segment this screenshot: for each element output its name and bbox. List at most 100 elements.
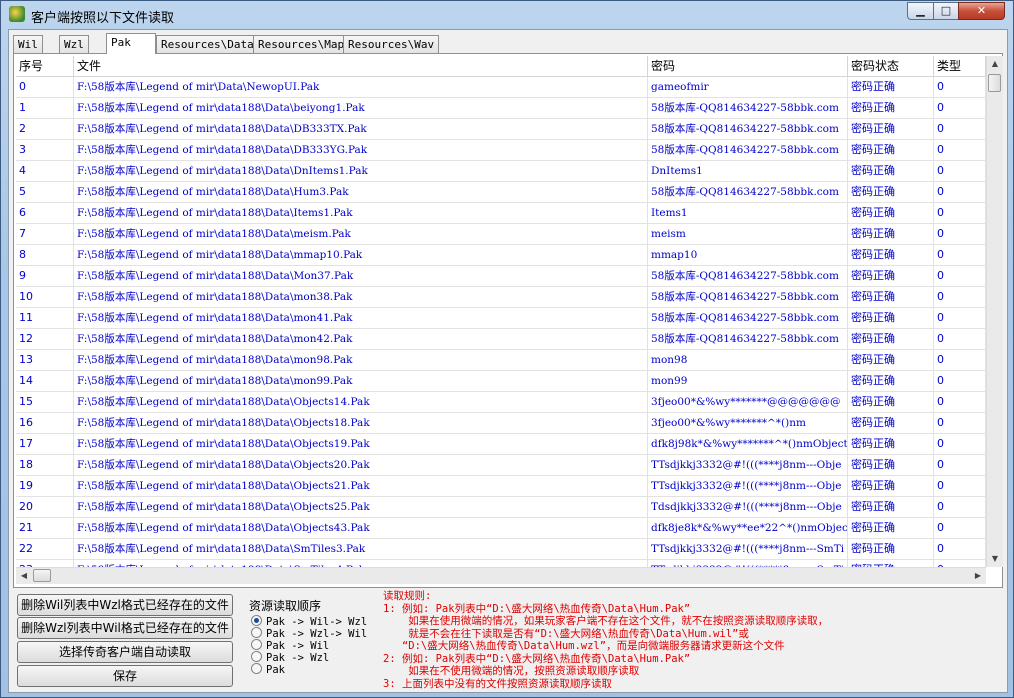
vertical-scroll-thumb[interactable] <box>988 74 1001 92</box>
table-row[interactable]: 19 F:\58版本库\Legend of mir\data188\Data\Ob… <box>16 476 986 497</box>
radio-order-0[interactable]: Pak -> Wil-> Wzl <box>251 615 367 628</box>
table-row[interactable]: 14 F:\58版本库\Legend of mir\data188\Data\mo… <box>16 371 986 392</box>
row-index-cell: 12 <box>16 329 74 350</box>
table-row[interactable]: 1 F:\58版本库\Legend of mir\data188\Data\bei… <box>16 98 986 119</box>
tab-wil[interactable]: Wil <box>13 35 43 53</box>
vertical-scrollbar[interactable]: ▲ ▼ <box>986 56 1003 567</box>
scroll-up-icon[interactable]: ▲ <box>987 56 1003 72</box>
read-order-title: 资源读取顺序 <box>249 599 322 613</box>
title-bar[interactable]: 客户端按照以下文件读取 ▁ □ ✕ <box>1 1 1013 29</box>
password-status-cell: 密码正确 <box>848 392 934 413</box>
row-index-cell: 1 <box>16 98 74 119</box>
file-path-cell: F:\58版本库\Legend of mir\data188\Data\Obje… <box>74 455 648 476</box>
radio-order-2[interactable]: Pak -> Wil <box>251 639 329 652</box>
password-cell: meism <box>648 224 848 245</box>
table-row[interactable]: 23F:\58版本库\Legend of mir\data188\Data\Sm… <box>16 560 986 567</box>
table-row[interactable]: 0 F:\58版本库\Legend of mir\Data\NewopUI.Pak… <box>16 77 986 98</box>
radio-icon <box>251 627 262 638</box>
rule-line: 3: 上面列表中没有的文件按照资源读取顺序读取 <box>383 677 612 690</box>
column-header-file[interactable]: 文件 <box>74 56 648 77</box>
password-status-cell: 密码正确 <box>848 518 934 539</box>
table-row[interactable]: 9 F:\58版本库\Legend of mir\data188\Data\Mon… <box>16 266 986 287</box>
password-cell: TTsdjkkj3332@#!(((****j8nm---Obje <box>648 476 848 497</box>
client-area: Wil Wzl Pak Resources\Data Resources\Map… <box>8 29 1008 693</box>
delete-wil-duplicates-button[interactable]: 删除Wil列表中Wzl格式已经存在的文件 <box>17 594 233 616</box>
table-row[interactable]: 18 F:\58版本库\Legend of mir\data188\Data\Ob… <box>16 455 986 476</box>
password-status-cell: 密码正确 <box>848 539 934 560</box>
radio-order-3[interactable]: Pak -> Wzl <box>251 651 329 664</box>
password-status-cell: 密码正确 <box>848 434 934 455</box>
row-index-cell: 19 <box>16 476 74 497</box>
horizontal-scrollbar[interactable]: ◀ ▶ <box>16 567 986 584</box>
password-cell: Items1 <box>648 203 848 224</box>
password-status-cell: 密码正确 <box>848 77 934 98</box>
password-cell: 3fjeo00*&%wy*******^*()nm <box>648 413 848 434</box>
close-button[interactable]: ✕ <box>958 2 1005 20</box>
save-button[interactable]: 保存 <box>17 665 233 687</box>
table-row[interactable]: 16 F:\58版本库\Legend of mir\data188\Data\Ob… <box>16 413 986 434</box>
table-row[interactable]: 7 F:\58版本库\Legend of mir\data188\Data\mei… <box>16 224 986 245</box>
radio-icon <box>251 663 262 674</box>
column-header-index[interactable]: 序号 <box>16 56 74 77</box>
type-cell: 0 <box>934 455 986 476</box>
table-row[interactable]: 17 F:\58版本库\Legend of mir\data188\Data\Ob… <box>16 434 986 455</box>
file-path-cell: F:\58版本库\Legend of mir\data188\Data\Hum3… <box>74 182 648 203</box>
password-status-cell: 密码正确 <box>848 476 934 497</box>
scroll-left-icon[interactable]: ◀ <box>16 568 32 584</box>
scroll-right-icon[interactable]: ▶ <box>970 568 986 584</box>
password-status-cell: 密码正确 <box>848 560 934 567</box>
file-path-cell: F:\58版本库\Legend of mir\data188\Data\SmTi… <box>74 560 648 567</box>
table-row[interactable]: 11 F:\58版本库\Legend of mir\data188\Data\mo… <box>16 308 986 329</box>
radio-icon <box>251 651 262 662</box>
row-index-cell: 7 <box>16 224 74 245</box>
type-cell: 0 <box>934 161 986 182</box>
tab-pak[interactable]: Pak <box>106 33 156 54</box>
table-row[interactable]: 4 F:\58版本库\Legend of mir\data188\Data\DnI… <box>16 161 986 182</box>
table-row[interactable]: 10 F:\58版本库\Legend of mir\data188\Data\mo… <box>16 287 986 308</box>
table-row[interactable]: 8 F:\58版本库\Legend of mir\data188\Data\mma… <box>16 245 986 266</box>
password-cell: dfk8j98k*&%wy*******^*()nmObjects <box>648 434 848 455</box>
delete-wzl-duplicates-button[interactable]: 删除Wzl列表中Wil格式已经存在的文件 <box>17 617 233 639</box>
scroll-down-icon[interactable]: ▼ <box>987 551 1003 567</box>
table-row[interactable]: 3 F:\58版本库\Legend of mir\data188\Data\DB3… <box>16 140 986 161</box>
column-header-password[interactable]: 密码 <box>648 56 848 77</box>
read-rules-text: 读取规则: 1: 例如: Pak列表中“D:\盛大网络\热血传奇\Data\Hum… <box>383 590 993 690</box>
type-cell: 0 <box>934 203 986 224</box>
type-cell: 0 <box>934 371 986 392</box>
table-row[interactable]: 6 F:\58版本库\Legend of mir\data188\Data\Ite… <box>16 203 986 224</box>
type-cell: 0 <box>934 287 986 308</box>
table-row[interactable]: 12 F:\58版本库\Legend of mir\data188\Data\mo… <box>16 329 986 350</box>
column-header-password-status[interactable]: 密码状态 <box>848 56 934 77</box>
tab-wzl[interactable]: Wzl <box>59 35 89 53</box>
row-index-cell: 8 <box>16 245 74 266</box>
file-path-cell: F:\58版本库\Legend of mir\data188\Data\mon3… <box>74 287 648 308</box>
table-row[interactable]: 22 F:\58版本库\Legend of mir\data188\Data\Sm… <box>16 539 986 560</box>
type-cell: 0 <box>934 77 986 98</box>
minimize-button[interactable]: ▁ <box>907 2 934 20</box>
password-status-cell: 密码正确 <box>848 497 934 518</box>
password-status-cell: 密码正确 <box>848 182 934 203</box>
radio-order-4[interactable]: Pak <box>251 663 285 676</box>
password-status-cell: 密码正确 <box>848 350 934 371</box>
horizontal-scroll-thumb[interactable] <box>33 569 51 582</box>
select-client-button[interactable]: 选择传奇客户端自动读取 <box>17 641 233 663</box>
column-header-type[interactable]: 类型 <box>934 56 986 77</box>
table-row[interactable]: 2 F:\58版本库\Legend of mir\data188\Data\DB3… <box>16 119 986 140</box>
table-row[interactable]: 13 F:\58版本库\Legend of mir\data188\Data\mo… <box>16 350 986 371</box>
tab-resources-wav[interactable]: Resources\Wav <box>343 35 440 53</box>
password-cell: 58版本库-QQ814634227-58bbk.com <box>648 266 848 287</box>
maximize-button[interactable]: □ <box>933 2 959 20</box>
table-row[interactable]: 15 F:\58版本库\Legend of mir\data188\Data\Ob… <box>16 392 986 413</box>
file-path-cell: F:\58版本库\Legend of mir\data188\Data\Obje… <box>74 497 648 518</box>
tab-resources-map[interactable]: Resources\Map <box>253 35 350 53</box>
type-cell: 0 <box>934 182 986 203</box>
table-row[interactable]: 5 F:\58版本库\Legend of mir\data188\Data\Hum… <box>16 182 986 203</box>
row-index-cell: 2 <box>16 119 74 140</box>
file-path-cell: F:\58版本库\Legend of mir\data188\Data\Obje… <box>74 518 648 539</box>
table-row[interactable]: 21 F:\58版本库\Legend of mir\data188\Data\Ob… <box>16 518 986 539</box>
radio-order-1[interactable]: Pak -> Wzl-> Wil <box>251 627 367 640</box>
table-row[interactable]: 20 F:\58版本库\Legend of mir\data188\Data\Ob… <box>16 497 986 518</box>
file-grid[interactable]: 序号 文件 密码 密码状态 类型 0 F:\58版本库\Legend of mir… <box>16 56 986 567</box>
password-status-cell: 密码正确 <box>848 266 934 287</box>
tab-resources-data[interactable]: Resources\Data <box>156 35 259 53</box>
